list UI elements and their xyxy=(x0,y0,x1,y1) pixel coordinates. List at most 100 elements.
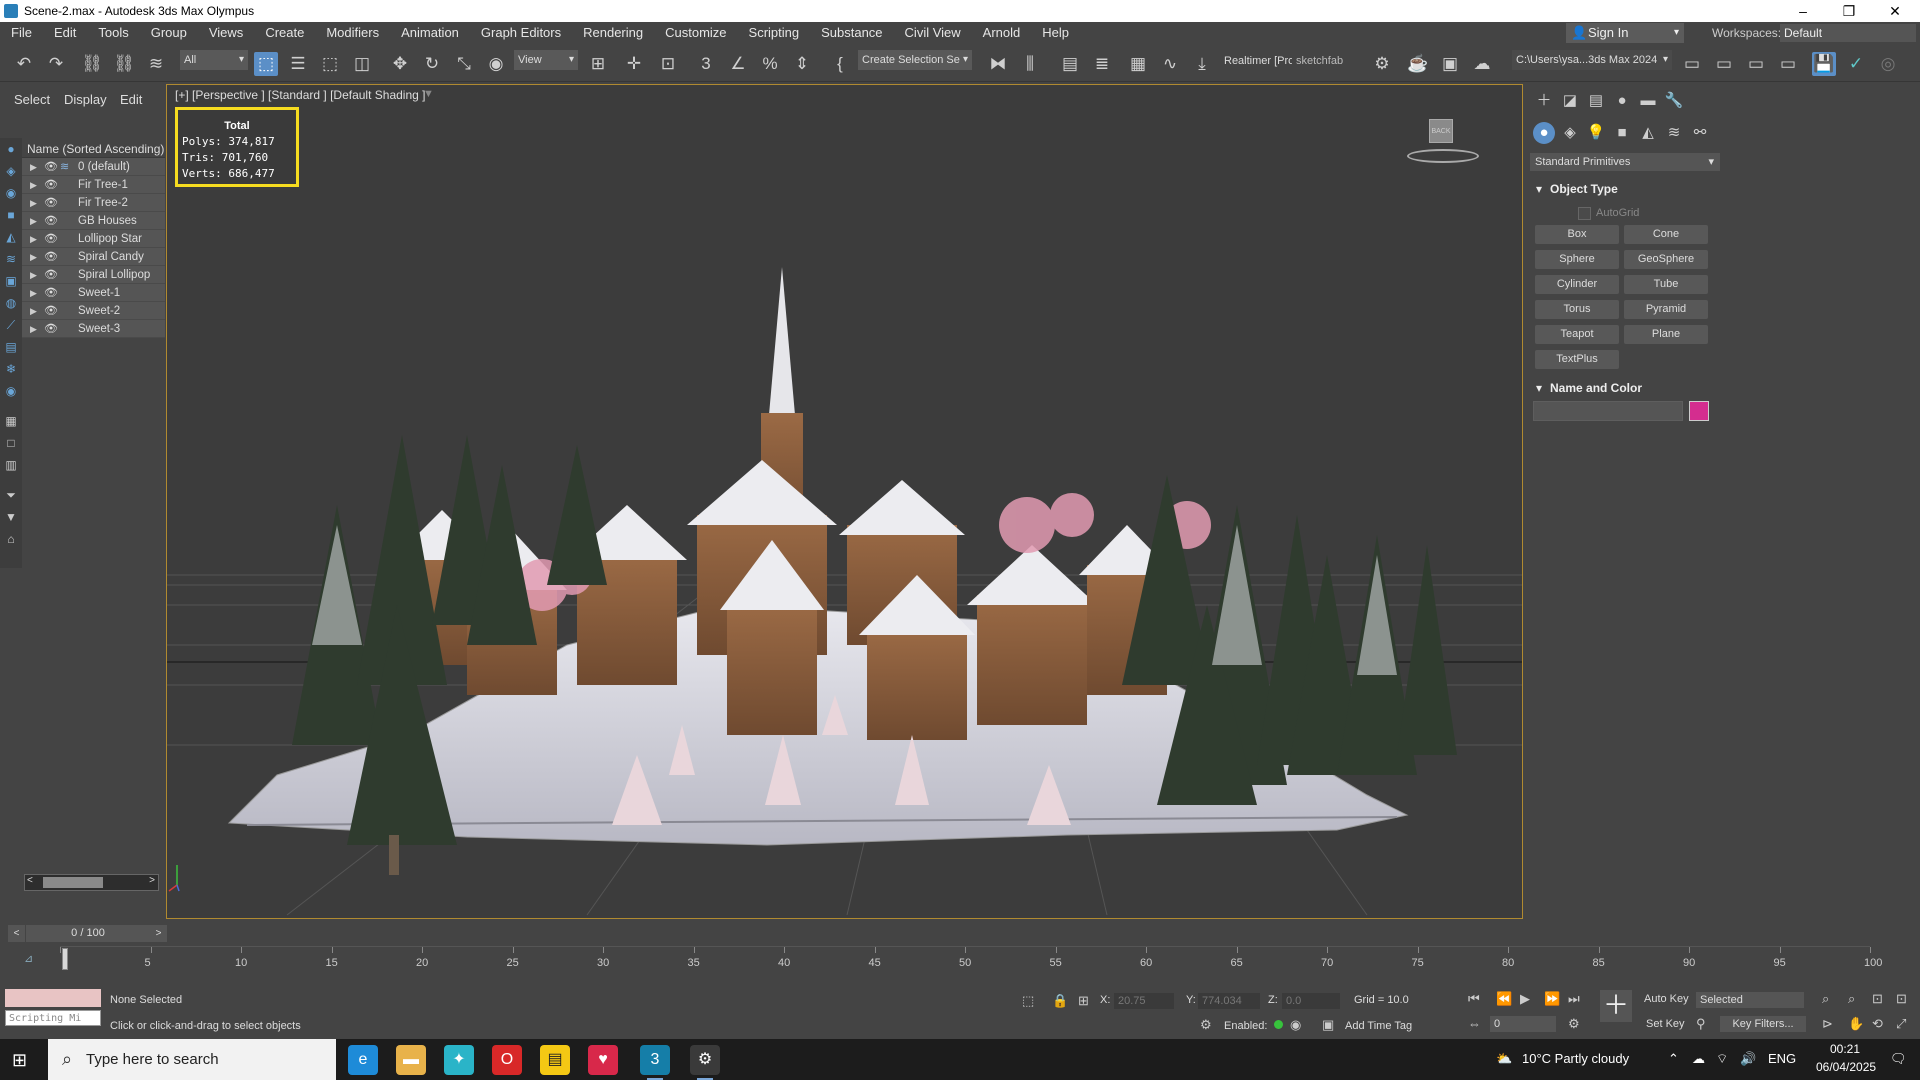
explorer-row[interactable]: ▶ 👁 Lollipop Star xyxy=(22,230,165,248)
display-all-icon[interactable]: ▦ xyxy=(0,410,22,432)
find-icon[interactable]: ⌂ xyxy=(0,528,22,550)
display-invert-icon[interactable]: ▥ xyxy=(0,454,22,476)
eye-icon[interactable]: 👁 xyxy=(44,266,58,284)
pyramid-button[interactable]: Pyramid xyxy=(1624,300,1708,319)
link-icon[interactable]: ⛓ xyxy=(80,52,104,76)
tab-edit[interactable]: Edit xyxy=(120,92,142,107)
object-type-rollout[interactable]: Object Type xyxy=(1530,180,1720,198)
expand-arrow-icon[interactable]: ▶ xyxy=(30,302,37,320)
display-containers-icon[interactable]: ▤ xyxy=(0,336,22,358)
save-state-icon[interactable]: 💾 xyxy=(1812,52,1836,76)
display-frozen-icon[interactable]: ❄ xyxy=(0,358,22,380)
edge-icon[interactable]: e xyxy=(348,1045,378,1075)
primitive-category-dropdown[interactable]: Standard Primitives xyxy=(1530,153,1720,171)
eye-icon[interactable]: 👁 xyxy=(44,320,58,338)
expand-arrow-icon[interactable]: ▶ xyxy=(30,176,37,194)
schematic-view-icon[interactable]: ⤓ xyxy=(1190,52,1214,76)
network-icon[interactable]: ⌔ xyxy=(1716,1051,1728,1067)
explorer-row[interactable]: ▶ 👁 Fir Tree-1 xyxy=(22,176,165,194)
clock-date[interactable]: 06/04/2025 xyxy=(1816,1060,1876,1074)
next-frame-icon[interactable]: ⏩ xyxy=(1544,991,1560,1007)
menu-tools[interactable]: Tools xyxy=(87,22,139,44)
unlink-icon[interactable]: ⛓ xyxy=(112,52,136,76)
render-cloud-icon[interactable]: ☁ xyxy=(1470,52,1494,76)
tab-select[interactable]: Select xyxy=(14,92,50,107)
tray-expand-icon[interactable]: ⌃ xyxy=(1668,1051,1679,1067)
eye-icon[interactable]: 👁 xyxy=(44,194,58,212)
geosphere-button[interactable]: GeoSphere xyxy=(1624,250,1708,269)
layer-tool-1-icon[interactable]: ▭ xyxy=(1712,52,1736,76)
motion-panel-icon[interactable]: ● xyxy=(1611,90,1633,112)
eye-icon[interactable]: 👁 xyxy=(44,302,58,320)
y-coordinate-field[interactable]: 774.034 xyxy=(1198,993,1260,1009)
close-button[interactable]: ✕ xyxy=(1872,0,1918,22)
weather-text[interactable]: 10°C Partly cloudy xyxy=(1522,1051,1629,1066)
display-cameras-icon[interactable]: ■ xyxy=(0,204,22,226)
display-shapes-icon[interactable]: ◈ xyxy=(0,160,22,182)
display-panel-icon[interactable]: ▬ xyxy=(1637,90,1659,112)
taskbar-search-input[interactable]: Type here to search xyxy=(48,1039,336,1080)
scroll-right-icon[interactable]: > xyxy=(149,875,155,886)
expand-arrow-icon[interactable]: ▶ xyxy=(30,266,37,284)
systems-category-icon[interactable]: ⚯ xyxy=(1689,122,1711,144)
opera-icon[interactable]: O xyxy=(492,1045,522,1075)
menu-animation[interactable]: Animation xyxy=(390,22,470,44)
clock-time[interactable]: 00:21 xyxy=(1830,1042,1860,1056)
zoom-all-icon[interactable]: ⌕ xyxy=(1848,991,1855,1007)
menu-civil-view[interactable]: Civil View xyxy=(894,22,972,44)
time-slider-prev-icon[interactable]: < xyxy=(8,925,25,942)
set-key-button[interactable]: Set Key xyxy=(1646,1018,1685,1030)
play-icon[interactable]: ▶ xyxy=(1520,991,1530,1007)
spacewarps-category-icon[interactable]: ≋ xyxy=(1663,122,1685,144)
minimize-button[interactable]: – xyxy=(1780,0,1826,22)
menu-arnold[interactable]: Arnold xyxy=(972,22,1032,44)
key-selection-dropdown[interactable]: Selected xyxy=(1696,992,1804,1008)
menu-file[interactable]: File xyxy=(0,22,43,44)
menu-edit[interactable]: Edit xyxy=(43,22,87,44)
volume-icon[interactable]: 🔊 xyxy=(1740,1051,1756,1067)
align-icon[interactable]: ⫼ xyxy=(1018,52,1042,76)
utilities-panel-icon[interactable]: 🔧 xyxy=(1663,90,1685,112)
orbit-icon[interactable]: ⟲ xyxy=(1872,1016,1883,1032)
rotate-icon[interactable]: ↻ xyxy=(420,52,444,76)
time-configuration-icon[interactable]: ⚙ xyxy=(1568,1016,1580,1032)
layer-tool-3-icon[interactable]: ▭ xyxy=(1776,52,1800,76)
eye-icon[interactable]: 👁 xyxy=(44,284,58,302)
time-tag-toggle-icon[interactable]: ◉ xyxy=(1290,1017,1301,1033)
menu-rendering[interactable]: Rendering xyxy=(572,22,654,44)
select-by-name-icon[interactable]: ☰ xyxy=(286,52,310,76)
menu-help[interactable]: Help xyxy=(1031,22,1080,44)
project-path-dropdown[interactable]: C:\Users\ysa...3ds Max 2024 xyxy=(1512,50,1672,70)
select-manipulate-icon[interactable]: ✛ xyxy=(622,52,646,76)
go-to-start-icon[interactable]: ⏮ xyxy=(1468,991,1480,1007)
object-name-input[interactable] xyxy=(1533,401,1683,421)
add-time-tag-icon[interactable]: ▣ xyxy=(1322,1017,1334,1033)
tab-display[interactable]: Display xyxy=(64,92,107,107)
zoom-extents-icon[interactable]: ⊡ xyxy=(1872,991,1883,1007)
viewcube-compass-ring[interactable] xyxy=(1407,149,1479,163)
menu-create[interactable]: Create xyxy=(254,22,315,44)
teapot-button[interactable]: Teapot xyxy=(1535,325,1619,344)
menu-scripting[interactable]: Scripting xyxy=(738,22,811,44)
file-explorer-icon[interactable]: ▬ xyxy=(396,1045,426,1075)
curve-editor-icon[interactable]: ∿ xyxy=(1158,52,1182,76)
eye-icon[interactable]: 👁 xyxy=(44,176,58,194)
timeline-track[interactable]: 5 10 15 20 25 30 35 40 45 50 55 60 65 70 75 80 85 90 95 100 xyxy=(60,946,1882,976)
current-frame-spinner[interactable]: 0 xyxy=(1490,1016,1556,1032)
sign-in-button[interactable]: 👤 Sign In ▾ xyxy=(1566,23,1684,43)
disabled-tool-icon[interactable]: ◎ xyxy=(1876,52,1900,76)
scene-explorer-icon[interactable]: ▤ xyxy=(1058,52,1082,76)
add-time-tag-label[interactable]: Add Time Tag xyxy=(1345,1020,1412,1032)
track-view-toggle-icon[interactable]: ⊿ xyxy=(24,952,33,965)
explorer-row[interactable]: ▶ 👁 Sweet-3 xyxy=(22,320,165,338)
window-crossing-icon[interactable]: ◫ xyxy=(350,52,374,76)
go-to-end-icon[interactable]: ⏭ xyxy=(1568,991,1580,1007)
scroll-left-icon[interactable]: < xyxy=(27,875,33,886)
explorer-row[interactable]: ▶ 👁 Sweet-1 xyxy=(22,284,165,302)
render-production-icon[interactable]: ▣ xyxy=(1438,52,1462,76)
sticky-notes-icon[interactable]: ▤ xyxy=(540,1045,570,1075)
menu-customize[interactable]: Customize xyxy=(654,22,737,44)
realtimer-label[interactable]: Realtimer [Pro xyxy=(1224,50,1292,72)
time-slider-next-icon[interactable]: > xyxy=(150,925,167,942)
explorer-row[interactable]: ▶ 👁 ≋ 0 (default) xyxy=(22,158,165,176)
